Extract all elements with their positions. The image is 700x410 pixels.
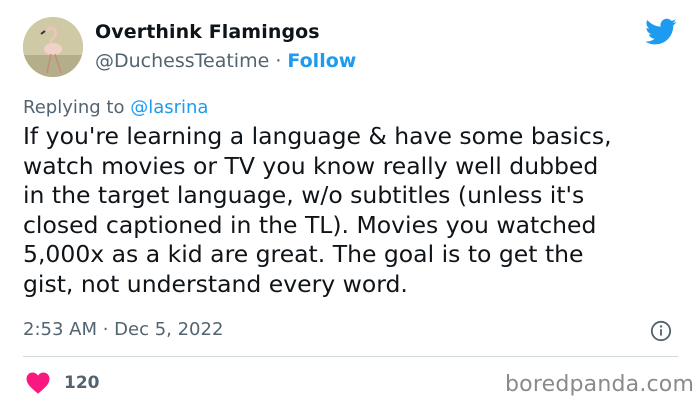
author-display-name[interactable]: Overthink Flamingos [95, 21, 320, 43]
like-count[interactable]: 120 [64, 373, 100, 393]
info-icon[interactable] [650, 320, 672, 342]
tweet-timestamp[interactable]: 2:53 AM · Dec 5, 2022 [23, 319, 223, 340]
tweet-line: closed captioned in the TL). Movies you … [23, 210, 597, 239]
avatar[interactable] [23, 17, 83, 77]
boredpanda-watermark: boredpanda.com [505, 372, 695, 397]
tweet-line: If you're learning a language & have som… [23, 122, 612, 150]
heart-icon[interactable] [25, 371, 51, 394]
tweet-line: watch movies or TV you know really well … [23, 151, 599, 180]
tweet-line: gist, not understand every word. [23, 269, 408, 298]
author-handle-line: @DuchessTeatime · Follow [95, 50, 356, 72]
tweet-line: 5,000x as a kid are great. The goal is t… [23, 240, 584, 268]
flamingo-avatar-icon [23, 17, 83, 77]
twitter-bird-icon[interactable] [645, 18, 677, 46]
tweet-text: If you're learning a language & have som… [23, 122, 683, 299]
replying-to: Replying to @lasrina [23, 97, 208, 118]
tweet-line: in the target language, w/o subtitles (u… [23, 181, 585, 209]
replying-prefix: Replying to [23, 97, 131, 118]
divider [23, 356, 678, 357]
handle-separator: · [269, 50, 288, 72]
reply-mention-link[interactable]: @lasrina [130, 97, 208, 118]
follow-button[interactable]: Follow [287, 50, 356, 72]
author-handle[interactable]: @DuchessTeatime [95, 50, 269, 72]
